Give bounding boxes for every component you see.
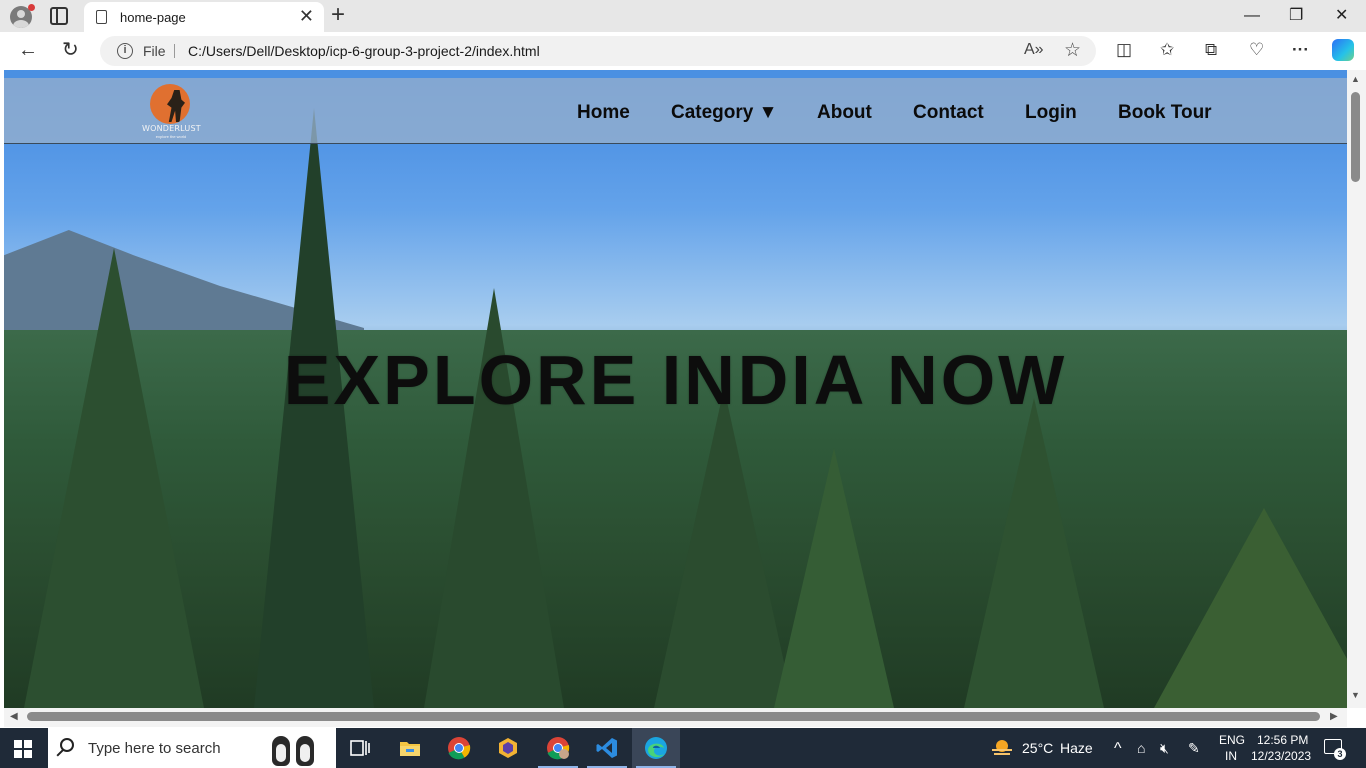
notification-count-badge: 3: [1334, 748, 1346, 760]
address-bar[interactable]: i File C:/Users/Dell/Desktop/icp-6-group…: [100, 36, 1096, 66]
nav-link-about[interactable]: About: [817, 102, 872, 124]
close-window-button[interactable]: ✕: [1335, 6, 1348, 26]
start-windows-icon[interactable]: [14, 740, 32, 758]
app-hexagon-icon[interactable]: [496, 736, 520, 760]
tab-close-icon[interactable]: ✕: [299, 7, 314, 25]
clock-date[interactable]: 12/23/2023: [1251, 749, 1311, 763]
restore-button[interactable]: ❐: [1289, 6, 1303, 26]
tab-title: home-page: [120, 10, 186, 25]
windows-taskbar: Type here to search 25°C Haze ^ ⌂ 🔇︎ ✎ E…: [0, 728, 1366, 768]
more-menu-icon[interactable]: ···: [1292, 40, 1309, 60]
taskbar-search-placeholder: Type here to search: [88, 740, 221, 757]
language-line-2[interactable]: IN: [1225, 749, 1237, 763]
hero-tree: [654, 388, 794, 708]
browser-essentials-icon[interactable]: ♡: [1249, 40, 1264, 60]
site-logo[interactable]: WONDERLUST explore the world: [142, 84, 201, 142]
browser-tab-strip: home-page ✕ + — ❐ ✕: [0, 0, 1366, 32]
site-navbar: WONDERLUST explore the world Home Catego…: [4, 70, 1347, 144]
logo-hiker-icon: [167, 90, 185, 122]
favorite-star-icon[interactable]: ☆: [1064, 39, 1081, 62]
horizontal-scrollbar[interactable]: ◀ ▶: [4, 708, 1347, 727]
hero-title: EXPLORE INDIA NOW: [283, 341, 1068, 419]
site-info-icon[interactable]: i: [117, 43, 133, 59]
file-explorer-icon[interactable]: [398, 736, 422, 760]
back-button[interactable]: ←: [18, 38, 38, 62]
scroll-up-icon[interactable]: ▲: [1351, 74, 1360, 84]
scroll-left-icon[interactable]: ◀: [10, 711, 18, 722]
tray-chevron-up-icon[interactable]: ^: [1114, 740, 1122, 758]
page-document-icon: [96, 10, 107, 24]
scheme-label: File: [143, 43, 166, 59]
url-text[interactable]: C:/Users/Dell/Desktop/icp-6-group-3-proj…: [188, 43, 540, 59]
task-view-icon[interactable]: [348, 736, 372, 760]
scroll-down-icon[interactable]: ▼: [1351, 690, 1360, 700]
search-highlight-penguins-icon: [258, 730, 328, 766]
page-viewport: WONDERLUST explore the world Home Catego…: [4, 70, 1347, 708]
chrome-icon[interactable]: [447, 736, 471, 760]
hero-tree: [1154, 508, 1347, 708]
vertical-scroll-thumb[interactable]: [1351, 92, 1360, 182]
logo-sun-icon: [150, 84, 190, 124]
pen-workspace-icon[interactable]: ✎: [1188, 740, 1200, 757]
logo-brand-text: WONDERLUST: [142, 124, 201, 133]
nav-link-category[interactable]: Category ▼: [671, 102, 777, 124]
weather-temperature: 25°C: [1022, 740, 1054, 756]
network-icon[interactable]: ⌂: [1137, 740, 1145, 756]
nav-link-contact[interactable]: Contact: [913, 102, 984, 124]
vertical-scrollbar[interactable]: ▲ ▼: [1347, 70, 1366, 708]
read-aloud-icon[interactable]: A»: [1024, 41, 1044, 59]
collections-icon[interactable]: ⧉: [1205, 40, 1217, 60]
hero-tree: [774, 448, 894, 708]
vscode-icon[interactable]: [595, 736, 619, 760]
clock-time[interactable]: 12:56 PM: [1257, 733, 1308, 747]
nav-link-home[interactable]: Home: [577, 102, 630, 124]
reload-button[interactable]: ↻: [62, 38, 79, 62]
nav-link-login[interactable]: Login: [1025, 102, 1077, 124]
new-tab-button[interactable]: +: [331, 3, 345, 27]
split-screen-icon[interactable]: ◫: [1116, 40, 1132, 60]
favorites-icon[interactable]: ✩: [1160, 40, 1174, 60]
language-line-1[interactable]: ENG: [1219, 733, 1245, 747]
volume-muted-icon[interactable]: 🔇︎: [1160, 740, 1169, 757]
haze-weather-icon: [992, 740, 1012, 755]
browser-tab-home-page[interactable]: home-page ✕: [84, 2, 324, 32]
address-divider: [174, 44, 175, 58]
tab-actions-icon[interactable]: [50, 7, 68, 25]
browser-toolbar: ← ↻ i File C:/Users/Dell/Desktop/icp-6-g…: [0, 32, 1366, 70]
hero-tree: [24, 248, 204, 708]
edge-icon[interactable]: [644, 736, 668, 760]
hero-tree: [964, 398, 1104, 708]
minimize-button[interactable]: —: [1244, 6, 1260, 26]
chrome-profile-icon[interactable]: [546, 736, 570, 760]
logo-tagline: explore the world: [155, 134, 187, 139]
weather-condition: Haze: [1060, 740, 1093, 756]
search-icon: [60, 738, 74, 752]
scroll-right-icon[interactable]: ▶: [1330, 711, 1338, 722]
copilot-icon[interactable]: [1332, 39, 1354, 61]
taskbar-search-box[interactable]: Type here to search: [48, 728, 336, 768]
profile-notification-dot: [28, 4, 35, 11]
horizontal-scroll-thumb[interactable]: [27, 712, 1320, 721]
nav-link-book-tour[interactable]: Book Tour: [1118, 102, 1212, 124]
